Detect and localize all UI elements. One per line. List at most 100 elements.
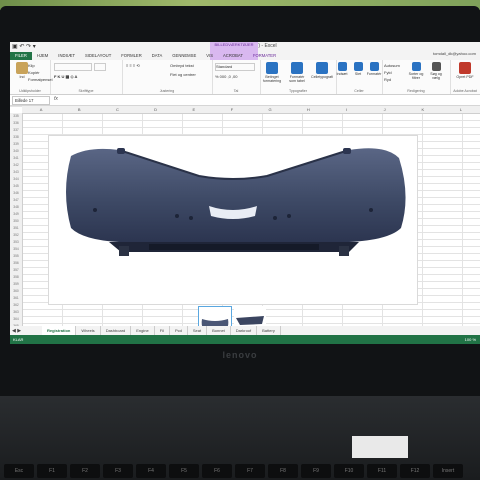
sheet-tab[interactable]: Engine (131, 326, 155, 335)
key[interactable]: Esc (4, 464, 34, 478)
tab-acrobat[interactable]: ACROBAT (218, 52, 248, 60)
tab-formulas[interactable]: FORMLER (116, 52, 146, 60)
sheet-tab[interactable]: Fil (155, 326, 170, 335)
column-header[interactable]: A (22, 106, 60, 113)
key[interactable]: F12 (400, 464, 430, 478)
fx-icon[interactable]: fx (54, 96, 58, 102)
font-size-select[interactable] (94, 63, 106, 71)
cell-styles-button[interactable]: Celletypografi (311, 62, 333, 79)
number-format-icons[interactable]: % 000 ,0 ,00 (215, 74, 237, 79)
worksheet-grid[interactable]: A B C D E F G H I J K L 335 336 337 338 339 3… (10, 106, 480, 344)
row-header[interactable]: 360 (10, 288, 22, 295)
row-header[interactable]: 340 (10, 148, 22, 155)
column-header[interactable]: E (175, 106, 213, 113)
row-header[interactable]: 349 (10, 211, 22, 218)
key[interactable]: Insert (433, 464, 463, 478)
sheet-tab[interactable]: Wheels (76, 326, 101, 335)
column-header[interactable]: L (442, 106, 480, 113)
row-header[interactable]: 362 (10, 302, 22, 309)
sheet-nav-arrows[interactable]: ◀ ▶ (10, 328, 42, 334)
row-header[interactable]: 339 (10, 141, 22, 148)
sheet-tab[interactable]: Dashboard (101, 326, 132, 335)
key[interactable]: F5 (169, 464, 199, 478)
key[interactable]: F2 (70, 464, 100, 478)
row-header[interactable]: 346 (10, 190, 22, 197)
create-pdf-button[interactable]: Opret PDF (454, 62, 476, 79)
tab-format[interactable]: FORMATER (248, 52, 281, 60)
user-account[interactable]: tomdall_dk@yahoo.com (433, 51, 476, 56)
row-header[interactable]: 353 (10, 239, 22, 246)
row-header[interactable]: 341 (10, 155, 22, 162)
key[interactable]: F7 (235, 464, 265, 478)
format-as-table-button[interactable]: Formatér som tabel (286, 62, 308, 83)
column-header[interactable]: H (289, 106, 327, 113)
column-header[interactable]: G (251, 106, 289, 113)
find-select-button[interactable]: Søg og vælg (426, 62, 446, 80)
sheet-tab[interactable]: Battery (257, 326, 281, 335)
insert-cells-button[interactable]: Indsæt (334, 62, 350, 76)
fill-button[interactable]: Fyld (384, 70, 392, 75)
key[interactable]: F3 (103, 464, 133, 478)
row-header[interactable]: 344 (10, 176, 22, 183)
clear-button[interactable]: Ryd (384, 77, 391, 82)
autosum-button[interactable]: Autosum (384, 63, 400, 68)
key[interactable]: F9 (301, 464, 331, 478)
row-header[interactable]: 347 (10, 197, 22, 204)
column-header[interactable]: F (213, 106, 251, 113)
format-cells-button[interactable]: Formatér (366, 62, 382, 76)
key[interactable]: F1 (37, 464, 67, 478)
column-header[interactable]: C (98, 106, 136, 113)
row-header[interactable]: 357 (10, 267, 22, 274)
row-header[interactable]: 343 (10, 169, 22, 176)
column-header[interactable]: J (366, 106, 404, 113)
cut-button[interactable]: Klip (28, 63, 35, 68)
number-format-select[interactable]: Standard (215, 63, 255, 71)
column-header[interactable]: K (404, 106, 442, 113)
copy-button[interactable]: Kopiér (28, 70, 40, 75)
format-painter-button[interactable]: Formatpensel (28, 77, 52, 82)
tab-review[interactable]: GENNEMSE (167, 52, 201, 60)
row-header[interactable]: 350 (10, 218, 22, 225)
row-header[interactable]: 342 (10, 162, 22, 169)
column-header[interactable]: D (137, 106, 175, 113)
key[interactable]: F10 (334, 464, 364, 478)
row-header[interactable]: 352 (10, 232, 22, 239)
tab-data[interactable]: DATA (147, 52, 168, 60)
row-header[interactable]: 338 (10, 134, 22, 141)
tab-home[interactable]: HJEM (32, 52, 53, 60)
column-header[interactable]: I (327, 106, 365, 113)
row-header[interactable]: 361 (10, 295, 22, 302)
row-header[interactable]: 354 (10, 246, 22, 253)
row-header[interactable]: 364 (10, 316, 22, 323)
align-icons[interactable]: ≡ ≡ ≡ ⟲ (126, 63, 140, 68)
zoom-level[interactable]: 100 % (465, 335, 476, 344)
sheet-tab[interactable]: Darkroof (231, 326, 258, 335)
sheet-tab[interactable]: Seat (188, 326, 208, 335)
row-header[interactable]: 335 (10, 113, 22, 120)
column-header[interactable]: B (60, 106, 98, 113)
sheet-tab[interactable]: Pcd (170, 326, 188, 335)
bold-button[interactable]: F K U ▦ ◇ A (54, 74, 77, 79)
row-header[interactable]: 345 (10, 183, 22, 190)
tab-page-layout[interactable]: SIDELAYOUT (80, 52, 116, 60)
row-header[interactable]: 351 (10, 225, 22, 232)
merge-center-button[interactable]: Flet og centrer (170, 72, 196, 77)
font-name-select[interactable] (54, 63, 92, 71)
key[interactable]: F4 (136, 464, 166, 478)
row-header[interactable]: 336 (10, 120, 22, 127)
sheet-tab[interactable]: Bonnet (207, 326, 231, 335)
row-header[interactable]: 337 (10, 127, 22, 134)
row-header[interactable]: 356 (10, 260, 22, 267)
wrap-text-button[interactable]: Ombryd tekst (170, 63, 194, 68)
bumper-picture[interactable] (48, 135, 418, 305)
name-box[interactable]: Billede 17 (12, 96, 50, 105)
tab-file[interactable]: FILER (10, 52, 32, 60)
delete-cells-button[interactable]: Slet (350, 62, 366, 76)
sheet-tab[interactable]: Registration (42, 326, 77, 335)
tab-view[interactable]: VIS (201, 52, 218, 60)
key[interactable]: F6 (202, 464, 232, 478)
row-header[interactable]: 359 (10, 281, 22, 288)
row-header[interactable]: 358 (10, 274, 22, 281)
sort-filter-button[interactable]: Sorter og filtrer (406, 62, 426, 80)
tab-insert[interactable]: INDSÆT (53, 52, 80, 60)
